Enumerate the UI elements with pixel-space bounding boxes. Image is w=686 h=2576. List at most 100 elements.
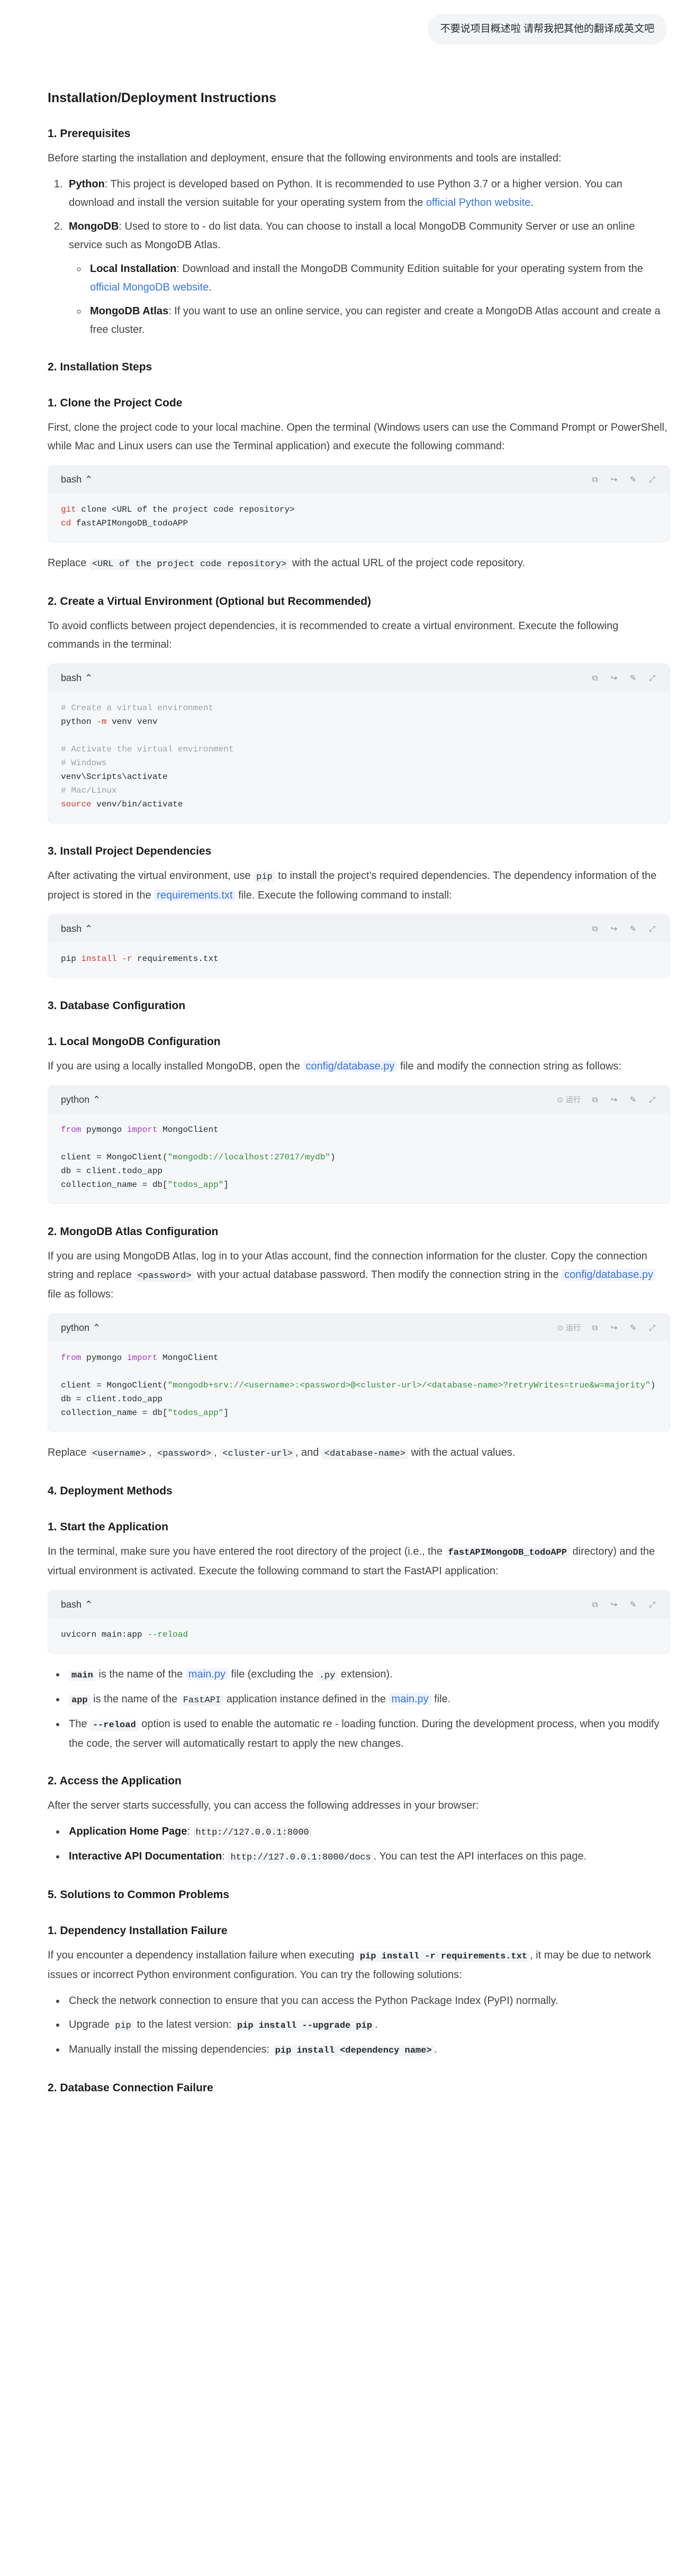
run-label: 运行: [566, 1323, 581, 1332]
text: :: [222, 1851, 228, 1862]
home-page-label: Application Home Page: [69, 1826, 187, 1837]
code-token: pymongo: [81, 1125, 127, 1135]
code-token: venv venv: [106, 717, 158, 727]
response-title: Installation/Deployment Instructions: [48, 90, 276, 105]
code-comment: # Create a virtual environment: [61, 703, 214, 713]
code-token: client = MongoClient(: [61, 1381, 168, 1390]
share-icon[interactable]: ↪: [609, 475, 619, 484]
chevron-up-icon: ⌃: [85, 923, 93, 934]
run-label: 运行: [566, 1095, 581, 1104]
home-page-url: http://127.0.0.1:8000: [193, 1827, 312, 1838]
expand-icon[interactable]: ⤢: [647, 673, 657, 683]
edit-icon[interactable]: ✎: [628, 924, 638, 933]
code-language-toggle[interactable]: bash ⌃: [61, 1595, 93, 1614]
text: ,: [148, 1447, 155, 1458]
expand-icon[interactable]: ⤢: [647, 1323, 657, 1332]
edit-icon[interactable]: ✎: [628, 1095, 638, 1104]
text: file as follows:: [48, 1289, 114, 1300]
code-language-toggle[interactable]: bash ⌃: [61, 470, 93, 489]
code-token: from: [61, 1125, 82, 1135]
edit-icon[interactable]: ✎: [628, 673, 638, 683]
code-token: collection_name = db[: [61, 1180, 168, 1190]
database-config-file-link[interactable]: config/database.py: [303, 1060, 398, 1072]
inline-code: <password>: [134, 1271, 194, 1282]
list-item: Check the network connection to ensure t…: [66, 1992, 670, 2010]
code-language-label: bash: [61, 923, 82, 934]
chevron-up-icon: ⌃: [93, 1322, 101, 1333]
copy-icon[interactable]: ⧉: [590, 924, 600, 933]
list-item-mongodb-atlas: MongoDB Atlas: If you want to use an onl…: [87, 302, 670, 339]
list-item: Upgrade pip to the latest version: pip i…: [66, 2016, 670, 2035]
expand-icon[interactable]: ⤢: [647, 924, 657, 933]
code-block-start-app: bash ⌃ ⧉ ↪ ✎ ⤢ uvicorn main:app --reload: [48, 1590, 670, 1654]
share-icon[interactable]: ↪: [609, 1095, 619, 1104]
main-py-file-link[interactable]: main.py: [185, 1668, 228, 1680]
code-token: db = client.todo_app: [61, 1394, 163, 1404]
database-config-file-link[interactable]: config/database.py: [562, 1269, 656, 1281]
subheading-dependency-failure: 1. Dependency Installation Failure: [48, 1925, 228, 1937]
expand-icon[interactable]: ⤢: [647, 1095, 657, 1104]
inline-code: --reload: [90, 1720, 139, 1731]
official-mongodb-website-link[interactable]: official MongoDB website: [90, 282, 209, 293]
code-block-local-mongodb: python ⌃ ⊙ 运行 ⧉ ↪ ✎ ⤢ from pymongo import …: [48, 1085, 670, 1204]
text: with your actual database password. Then…: [194, 1269, 562, 1281]
local-installation-text: : Download and install the MongoDB Commu…: [176, 263, 643, 275]
subheading-venv: 2. Create a Virtual Environment (Optiona…: [48, 595, 372, 607]
code-token: requirements.txt: [132, 954, 219, 964]
official-python-website-link[interactable]: official Python website: [426, 197, 531, 208]
edit-icon[interactable]: ✎: [628, 475, 638, 484]
text: option is used to enable the automatic r…: [69, 1718, 660, 1749]
code-token: pip: [61, 954, 82, 964]
edit-icon[interactable]: ✎: [628, 1600, 638, 1609]
mongodb-options-list: Local Installation: Download and install…: [69, 260, 670, 339]
chevron-up-icon: ⌃: [85, 474, 93, 485]
api-docs-url: http://127.0.0.1:8000/docs: [228, 1852, 374, 1863]
inline-code: <URL of the project code repository>: [89, 559, 290, 570]
copy-icon[interactable]: ⧉: [590, 475, 600, 484]
text: ,: [214, 1447, 220, 1458]
inline-code: pip install --upgrade pip: [234, 2020, 375, 2031]
code-language-toggle[interactable]: python ⌃: [61, 1091, 101, 1109]
main-py-file-link[interactable]: main.py: [389, 1693, 431, 1705]
text: Upgrade: [69, 2019, 113, 2030]
play-icon: ⊙: [557, 1095, 563, 1104]
code-language-toggle[interactable]: bash ⌃: [61, 920, 93, 938]
copy-icon[interactable]: ⧉: [590, 1095, 600, 1104]
expand-icon[interactable]: ⤢: [647, 475, 657, 484]
share-icon[interactable]: ↪: [609, 673, 619, 683]
text: is the name of the: [90, 1693, 180, 1705]
text: file.: [431, 1693, 451, 1705]
code-language-label: bash: [61, 1599, 82, 1610]
chat-page: 不要说项目概述啦 请帮我把其他的翻译成英文吧 Installation/Depl…: [0, 0, 686, 2576]
code-language-label: bash: [61, 672, 82, 683]
mongodb-atlas-text: : If you want to use an online service, …: [90, 305, 661, 335]
run-button[interactable]: ⊙ 运行: [557, 1319, 581, 1337]
code-block-header: python ⌃ ⊙ 运行 ⧉ ↪ ✎ ⤢: [48, 1086, 670, 1113]
clone-text: First, clone the project code to your lo…: [48, 422, 667, 452]
expand-icon[interactable]: ⤢: [647, 1600, 657, 1609]
code-content: from pymongo import MongoClient client =…: [48, 1341, 670, 1431]
edit-icon[interactable]: ✎: [628, 1323, 638, 1332]
code-language-toggle[interactable]: python ⌃: [61, 1319, 101, 1337]
copy-icon[interactable]: ⧉: [590, 673, 600, 683]
api-docs-label: Interactive API Documentation: [69, 1851, 222, 1862]
code-token: ): [650, 1381, 656, 1390]
copy-icon[interactable]: ⧉: [590, 1323, 600, 1332]
venv-text: To avoid conflicts between project depen…: [48, 620, 619, 650]
code-language-label: bash: [61, 474, 82, 485]
copy-icon[interactable]: ⧉: [590, 1600, 600, 1609]
share-icon[interactable]: ↪: [609, 924, 619, 933]
code-language-toggle[interactable]: bash ⌃: [61, 669, 93, 687]
text: with the actual URL of the project code …: [289, 557, 525, 569]
run-button[interactable]: ⊙ 运行: [557, 1091, 581, 1109]
atlas-replace-note: Replace <username>, <password>, <cluster…: [48, 1444, 670, 1463]
share-icon[interactable]: ↪: [609, 1600, 619, 1609]
requirements-file-link[interactable]: requirements.txt: [154, 890, 236, 901]
share-icon[interactable]: ↪: [609, 1323, 619, 1332]
text: If you are using a locally installed Mon…: [48, 1060, 303, 1072]
code-token: install: [81, 954, 117, 964]
text: application instance defined in the: [223, 1693, 389, 1705]
code-language-label: python: [61, 1094, 90, 1105]
inline-code: fastAPIMongoDB_todoAPP: [445, 1547, 570, 1558]
prerequisites-list: Python: This project is developed based …: [48, 175, 670, 339]
